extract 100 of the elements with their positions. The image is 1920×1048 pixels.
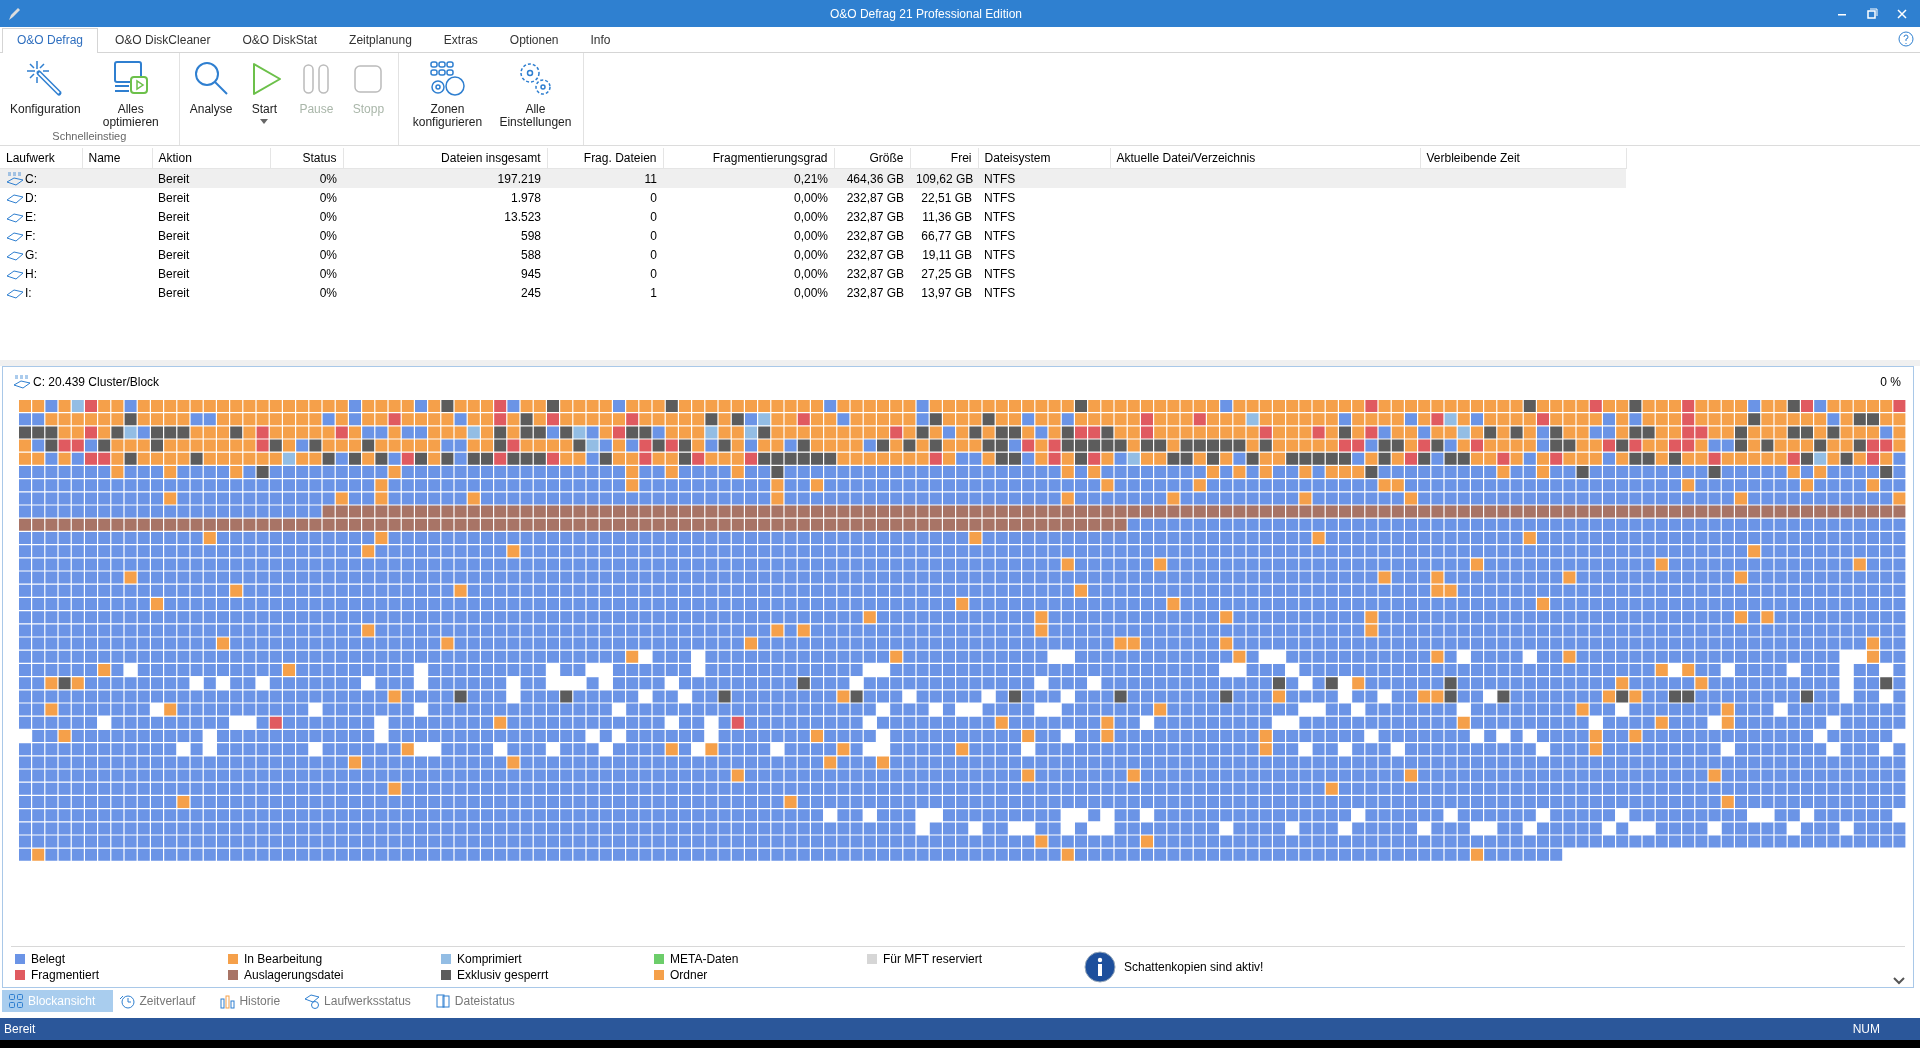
column-header[interactable]: Frei: [910, 148, 978, 169]
clock-icon: [119, 993, 136, 1009]
toolbar-button[interactable]: Zonen konfigurieren: [403, 53, 492, 145]
pen-icon: [6, 5, 22, 22]
drive-letter: F:: [25, 228, 36, 243]
table-cell: 22,51 GB: [910, 188, 978, 207]
table-cell-text: 0,00%: [792, 208, 829, 226]
table-cell: Bereit: [152, 188, 270, 207]
table-cell: 0: [547, 188, 663, 207]
ssd-drive-icon: [6, 171, 24, 186]
table-cell-text: 245: [519, 284, 542, 302]
table-cell-text: 232,87 GB: [845, 284, 905, 302]
toolbar-button[interactable]: Konfiguration: [4, 53, 87, 130]
menu-tab[interactable]: Optionen: [494, 28, 574, 52]
legend-label: Für MFT reserviert: [883, 952, 983, 966]
column-header[interactable]: Name: [82, 148, 152, 169]
menu-tab[interactable]: O&O Defrag: [2, 28, 99, 53]
chevron-down-icon[interactable]: [1893, 977, 1905, 985]
menu-tab[interactable]: Info: [575, 28, 626, 52]
table-cell-text: 232,87 GB: [845, 246, 905, 264]
column-header[interactable]: Laufwerk: [0, 148, 82, 169]
table-cell-text: 232,87 GB: [845, 208, 905, 226]
column-header[interactable]: Status: [270, 148, 343, 169]
drive-letter: E:: [25, 209, 37, 224]
table-cell-text: Bereit: [157, 227, 191, 245]
table-cell-text: NTFS: [983, 265, 1017, 283]
table-cell-text: 232,87 GB: [845, 265, 905, 283]
table-cell: 0,21%: [663, 168, 834, 188]
table-cell-text: 232,87 GB: [845, 227, 905, 245]
toolbar-button[interactable]: Alles optimieren: [86, 53, 175, 130]
toolbar-button[interactable]: Start: [238, 53, 291, 145]
caret-icon: [260, 119, 269, 124]
table-cell: 232,87 GB: [834, 188, 910, 207]
window-title: O&O Defrag 21 Professional Edition: [828, 6, 1024, 21]
menu-tab[interactable]: Extras: [428, 28, 493, 52]
drive-letter: C:: [25, 171, 37, 186]
grid-icon: [8, 993, 24, 1009]
column-header[interactable]: Größe: [834, 148, 910, 169]
column-header[interactable]: Dateisystem: [978, 148, 1110, 169]
table-cell-text: 0: [649, 246, 658, 264]
view-tab[interactable]: Laufwerksstatus: [298, 990, 429, 1012]
zones-gear-icon: [427, 59, 468, 99]
table-cell-text: 0: [649, 265, 658, 283]
menu-tab[interactable]: O&O DiskStat: [227, 28, 333, 52]
files-icon: [434, 993, 451, 1009]
info-message: Schattenkopien sind aktiv!: [1124, 960, 1264, 974]
info-icon: [1084, 951, 1116, 983]
table-cell-text: 19,11 GB: [921, 246, 973, 264]
drive-cluster-label: C: 20.439 Cluster/Block: [33, 375, 161, 389]
toolbar-button[interactable]: Analyse: [183, 53, 239, 145]
table-cell-text: NTFS: [983, 246, 1017, 264]
menu-tab[interactable]: Zeitplanung: [334, 28, 427, 52]
drive-letter: H:: [25, 266, 37, 281]
column-header[interactable]: Aktion: [152, 148, 270, 169]
column-header[interactable]: Fragmentierungsgrad: [663, 148, 834, 169]
table-cell-text: 0%: [318, 246, 338, 264]
table-cell-text: 66,77 GB: [920, 227, 973, 245]
table-cell: 197.219: [343, 168, 547, 188]
view-tab[interactable]: Historie: [213, 990, 299, 1012]
table-cell: 109,62 GB: [910, 168, 978, 188]
help-icon[interactable]: [1898, 31, 1914, 47]
table-cell: 0%: [270, 168, 343, 188]
num-lock-indicator: NUM: [1852, 1022, 1880, 1036]
toolbar-button[interactable]: Alle Einstellungen: [491, 53, 580, 145]
table-cell: 0%: [270, 188, 343, 207]
table-cell-text: 1: [649, 284, 658, 302]
column-header[interactable]: Frag. Dateien: [547, 148, 663, 169]
table-cell: 1.978: [343, 188, 547, 207]
progress-percent: 0 %: [1880, 375, 1901, 389]
legend-label: Belegt: [31, 952, 66, 966]
table-cell-text: 11,36 GB: [921, 208, 973, 226]
table-cell: NTFS: [978, 188, 1110, 207]
view-tab[interactable]: Zeitverlauf: [113, 990, 214, 1012]
table-cell-text: 0%: [318, 265, 338, 283]
table-cell: 0,00%: [663, 188, 834, 207]
legend-label: Fragmentiert: [31, 968, 100, 982]
table-cell-text: 598: [519, 227, 542, 245]
table-cell-text: 0%: [318, 227, 338, 245]
table-cell-text: Bereit: [157, 208, 191, 226]
table-cell-text: NTFS: [983, 208, 1017, 226]
menu-tab[interactable]: O&O DiskCleaner: [100, 28, 226, 52]
table-cell-text: 0%: [318, 284, 338, 302]
table-cell-text: 0: [649, 227, 658, 245]
table-cell-text: 945: [519, 265, 542, 283]
table-cell-text: 0,00%: [792, 246, 829, 264]
drive-letter: G:: [25, 247, 38, 262]
column-header[interactable]: Dateien insgesamt: [343, 148, 547, 169]
drive-letter: D:: [25, 190, 37, 205]
bar-chart-icon: [219, 993, 236, 1009]
legend-label: META-Daten: [670, 952, 739, 966]
column-header[interactable]: Verbleibende Zeit: [1420, 148, 1626, 169]
table-cell-text: Bereit: [157, 284, 191, 302]
table-cell-text: 588: [519, 246, 542, 264]
legend-label: Auslagerungsdatei: [244, 968, 344, 982]
table-cell-text: Bereit: [157, 265, 191, 283]
table-cell: NTFS: [978, 168, 1110, 188]
view-tab[interactable]: Dateistatus: [428, 990, 533, 1012]
ssd-drive-icon: [13, 375, 31, 389]
column-header[interactable]: Aktuelle Datei/Verzeichnis: [1110, 148, 1420, 169]
status-text: Bereit: [4, 1022, 36, 1036]
